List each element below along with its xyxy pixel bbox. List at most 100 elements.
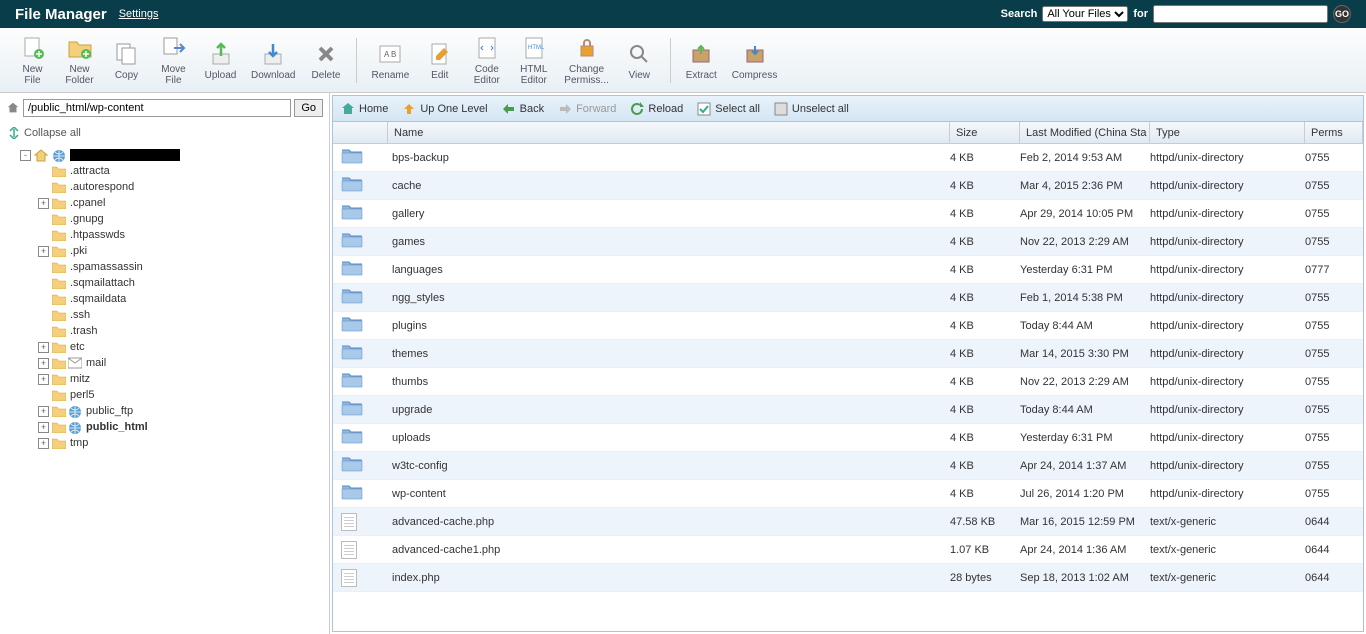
table-row[interactable]: upgrade4 KBToday 8:44 AMhttpd/unix-direc… [333, 396, 1363, 424]
col-size-header[interactable]: Size [950, 122, 1020, 143]
toolbar-extract[interactable]: Extract [679, 36, 724, 85]
table-row[interactable]: thumbs4 KBNov 22, 2013 2:29 AMhttpd/unix… [333, 368, 1363, 396]
tree-item[interactable]: +tmp [6, 435, 323, 451]
file-type: httpd/unix-directory [1150, 320, 1305, 332]
col-perms-header[interactable]: Perms [1305, 122, 1363, 143]
search-scope-select[interactable]: All Your Files [1042, 6, 1128, 22]
tree-label: .autorespond [70, 181, 134, 193]
tree-item[interactable]: +mitz [6, 371, 323, 387]
tree-expander[interactable]: + [38, 358, 49, 369]
tree-expander[interactable]: - [20, 150, 31, 161]
folder-icon [52, 389, 66, 401]
tree-item[interactable]: .gnupg [6, 211, 323, 227]
tree-expander[interactable]: + [38, 246, 49, 257]
table-row[interactable]: index.php28 bytesSep 18, 2013 1:02 AMtex… [333, 564, 1363, 592]
file-name: thumbs [388, 376, 950, 388]
nav-up[interactable]: Up One Level [402, 102, 487, 116]
file-name: languages [388, 264, 950, 276]
table-row[interactable]: uploads4 KBYesterday 6:31 PMhttpd/unix-d… [333, 424, 1363, 452]
toolbar: NewFileNewFolderCopyMoveFileUploadDownlo… [0, 28, 1366, 93]
toolbar-upload[interactable]: Upload [198, 36, 243, 85]
tree-item[interactable]: +public_ftp [6, 403, 323, 419]
table-row[interactable]: wp-content4 KBJul 26, 2014 1:20 PMhttpd/… [333, 480, 1363, 508]
tree-expander[interactable]: + [38, 374, 49, 385]
file-type: httpd/unix-directory [1150, 152, 1305, 164]
toolbar-move[interactable]: MoveFile [151, 30, 196, 90]
table-row[interactable]: bps-backup4 KBFeb 2, 2014 9:53 AMhttpd/u… [333, 144, 1363, 172]
file-modified: Nov 22, 2013 2:29 AM [1020, 236, 1150, 248]
tree-item[interactable]: .trash [6, 323, 323, 339]
toolbar-copy[interactable]: Copy [104, 36, 149, 85]
table-row[interactable]: w3tc-config4 KBApr 24, 2014 1:37 AMhttpd… [333, 452, 1363, 480]
tree-item[interactable]: +etc [6, 339, 323, 355]
path-go-button[interactable]: Go [294, 99, 323, 117]
folder-icon [341, 455, 363, 476]
path-input[interactable] [23, 99, 291, 117]
toolbar-new-folder[interactable]: NewFolder [57, 30, 102, 90]
toolbar-download[interactable]: Download [245, 36, 301, 85]
table-row[interactable]: languages4 KBYesterday 6:31 PMhttpd/unix… [333, 256, 1363, 284]
tree-expander[interactable]: + [38, 422, 49, 433]
tree-item[interactable]: - [6, 147, 323, 163]
tree-item[interactable]: +.pki [6, 243, 323, 259]
toolbar-rename[interactable]: ABRename [365, 36, 415, 85]
tree-item[interactable]: .htpasswds [6, 227, 323, 243]
settings-link[interactable]: Settings [119, 8, 159, 20]
search-go-button[interactable]: GO [1333, 5, 1351, 23]
file-perms: 0644 [1305, 516, 1363, 528]
tree-expander[interactable]: + [38, 342, 49, 353]
toolbar-html[interactable]: HTMLHTMLEditor [511, 30, 556, 90]
toolbar-edit[interactable]: Edit [417, 36, 462, 85]
search-input[interactable] [1153, 5, 1328, 23]
nav-back[interactable]: Back [502, 102, 544, 116]
nav-unselect-all[interactable]: Unselect all [774, 102, 849, 116]
tree-item[interactable]: .attracta [6, 163, 323, 179]
table-row[interactable]: advanced-cache.php47.58 KBMar 16, 2015 1… [333, 508, 1363, 536]
nav-forward[interactable]: Forward [558, 102, 616, 116]
toolbar-new-file[interactable]: NewFile [10, 30, 55, 90]
file-perms: 0644 [1305, 572, 1363, 584]
table-row[interactable]: games4 KBNov 22, 2013 2:29 AMhttpd/unix-… [333, 228, 1363, 256]
col-icon-header[interactable] [333, 122, 388, 143]
tree-expander[interactable]: + [38, 198, 49, 209]
tree-item[interactable]: +.cpanel [6, 195, 323, 211]
file-size: 47.58 KB [950, 516, 1020, 528]
tree-expander[interactable]: + [38, 438, 49, 449]
col-name-header[interactable]: Name [388, 122, 950, 143]
tree-item[interactable]: .autorespond [6, 179, 323, 195]
file-size: 4 KB [950, 432, 1020, 444]
table-row[interactable]: themes4 KBMar 14, 2015 3:30 PMhttpd/unix… [333, 340, 1363, 368]
col-type-header[interactable]: Type [1150, 122, 1305, 143]
toolbar-delete[interactable]: Delete [303, 36, 348, 85]
table-row[interactable]: cache4 KBMar 4, 2015 2:36 PMhttpd/unix-d… [333, 172, 1363, 200]
toolbar-view[interactable]: View [617, 36, 662, 85]
toolbar-code[interactable]: CodeEditor [464, 30, 509, 90]
nav-select-all[interactable]: Select all [697, 102, 760, 116]
compress-icon [741, 40, 769, 68]
collapse-all[interactable]: Collapse all [6, 123, 323, 143]
tree-item[interactable]: perl5 [6, 387, 323, 403]
file-name: upgrade [388, 404, 950, 416]
table-row[interactable]: plugins4 KBToday 8:44 AMhttpd/unix-direc… [333, 312, 1363, 340]
tree-item[interactable]: .spamassassin [6, 259, 323, 275]
table-row[interactable]: ngg_styles4 KBFeb 1, 2014 5:38 PMhttpd/u… [333, 284, 1363, 312]
toolbar-compress[interactable]: Compress [726, 36, 784, 85]
file-modified: Feb 1, 2014 5:38 PM [1020, 292, 1150, 304]
home-icon[interactable] [6, 101, 20, 115]
file-modified: Apr 24, 2014 1:37 AM [1020, 460, 1150, 472]
nav-reload[interactable]: Reload [630, 102, 683, 116]
tree-expander[interactable]: + [38, 406, 49, 417]
file-size: 4 KB [950, 152, 1020, 164]
toolbar-perms[interactable]: ChangePermiss... [558, 30, 614, 90]
col-modified-header[interactable]: Last Modified (China Sta [1020, 122, 1150, 143]
tree-item[interactable]: .sqmailattach [6, 275, 323, 291]
table-row[interactable]: gallery4 KBApr 29, 2014 10:05 PMhttpd/un… [333, 200, 1363, 228]
file-name: index.php [388, 572, 950, 584]
tree-item[interactable]: .ssh [6, 307, 323, 323]
nav-home[interactable]: Home [341, 102, 388, 116]
tree-item[interactable]: +mail [6, 355, 323, 371]
tree-item[interactable]: +public_html [6, 419, 323, 435]
file-type: httpd/unix-directory [1150, 180, 1305, 192]
tree-item[interactable]: .sqmaildata [6, 291, 323, 307]
table-row[interactable]: advanced-cache1.php1.07 KBApr 24, 2014 1… [333, 536, 1363, 564]
